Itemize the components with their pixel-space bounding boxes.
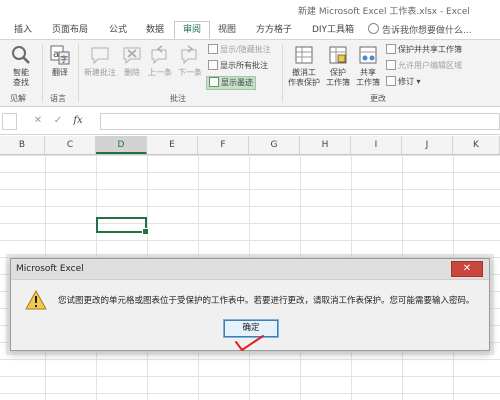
show-hide-comment-label: 显示/隐藏批注: [220, 45, 271, 54]
unprotect-sheet-label: 撤消工 作表保护: [288, 68, 320, 87]
column-header-selected[interactable]: D: [96, 136, 147, 154]
dialog-title: Microsoft Excel: [16, 264, 84, 274]
next-comment-button[interactable]: 下一条: [176, 44, 204, 78]
formula-bar: ✕ ✓ fx: [0, 107, 500, 135]
group-label-changes: 更改: [370, 94, 386, 103]
column-header[interactable]: H: [300, 136, 351, 154]
comments-icon: [208, 60, 218, 70]
track-changes-label: 修订: [398, 77, 414, 86]
next-label: 下一条: [178, 68, 202, 77]
smart-lookup-button[interactable]: 智能查找: [6, 44, 36, 88]
lightbulb-icon: [368, 23, 379, 34]
ink-icon: [209, 77, 219, 87]
tab-data[interactable]: 数据: [140, 22, 170, 38]
cancel-icon[interactable]: ✕: [28, 115, 48, 126]
previous-comment-icon: [151, 45, 167, 65]
column-header[interactable]: I: [351, 136, 402, 154]
share-workbook-label: 共享 工作簿: [356, 68, 380, 87]
unprotect-sheet-icon: [295, 46, 313, 64]
ribbon-tab-bar: 插入 页面布局 公式 数据 审阅 视图 方方格子 DIY工具箱 告诉我你想要做什…: [0, 19, 500, 40]
tab-view[interactable]: 视图: [212, 22, 242, 38]
next-comment-icon: [181, 45, 197, 65]
column-header[interactable]: C: [45, 136, 96, 154]
dialog-title-bar[interactable]: Microsoft Excel ✕: [11, 259, 489, 280]
chevron-down-icon: ▾: [414, 77, 421, 86]
new-comment-button[interactable]: 新建批注: [82, 44, 118, 78]
protect-workbook-label: 保护 工作簿: [326, 68, 350, 87]
warning-icon: [25, 290, 47, 310]
insert-function-icon[interactable]: fx: [68, 115, 88, 126]
previous-label: 上一条: [148, 68, 172, 77]
checkmark-annotation-icon: [235, 335, 264, 351]
column-header[interactable]: E: [147, 136, 198, 154]
show-ink-label: 显示墨迹: [221, 78, 253, 87]
protect-share-icon: [386, 44, 396, 54]
group-separator: [78, 44, 79, 102]
svg-text:a: a: [53, 49, 59, 60]
ribbon-review: 智能查找 见解 a 字 翻译 语言 新建批注 删除 上一条 下一条 显示/隐藏批…: [0, 40, 500, 107]
tab-page-layout[interactable]: 页面布局: [46, 22, 94, 38]
share-workbook-button[interactable]: 共享 工作簿: [354, 44, 382, 88]
svg-text:字: 字: [60, 54, 68, 64]
protect-and-share-button[interactable]: 保护并共享工作簿: [386, 44, 462, 56]
delete-label: 删除: [124, 68, 140, 77]
column-header[interactable]: B: [0, 136, 45, 154]
unprotect-sheet-button[interactable]: 撤消工 作表保护: [286, 44, 322, 88]
allow-edit-ranges-button[interactable]: 允许用户编辑区域: [386, 60, 462, 72]
show-all-comments-button[interactable]: 显示所有批注: [208, 60, 268, 72]
protect-workbook-button[interactable]: 保护 工作簿: [324, 44, 352, 88]
group-label-insights: 见解: [10, 94, 26, 103]
smart-lookup-label: 智能查找: [13, 68, 29, 87]
track-changes-icon: [386, 76, 396, 86]
delete-comment-icon: [123, 47, 141, 65]
formula-buttons: ✕ ✓ fx: [28, 115, 88, 126]
new-comment-icon: [91, 47, 109, 65]
magnifier-icon: [12, 46, 30, 64]
tab-diy-toolbox[interactable]: DIY工具箱: [306, 22, 360, 38]
show-all-comments-label: 显示所有批注: [220, 61, 268, 70]
translate-label: 翻译: [52, 68, 68, 77]
column-header[interactable]: J: [402, 136, 453, 154]
translate-icon: a 字: [50, 45, 70, 65]
show-ink-button[interactable]: 显示墨迹: [206, 76, 256, 90]
allow-edit-ranges-label: 允许用户编辑区域: [398, 61, 462, 70]
selected-cell[interactable]: [96, 217, 149, 235]
column-header[interactable]: F: [198, 136, 249, 154]
tab-formulas[interactable]: 公式: [100, 22, 136, 38]
close-button[interactable]: ✕: [451, 261, 483, 277]
show-hide-comment-button[interactable]: 显示/隐藏批注: [208, 44, 271, 56]
previous-comment-button[interactable]: 上一条: [146, 44, 174, 78]
comment-toggle-icon: [208, 44, 218, 54]
group-separator: [42, 44, 43, 102]
delete-comment-button[interactable]: 删除: [120, 44, 144, 78]
column-header-bar: B C D E F G H I J K: [0, 136, 500, 155]
protect-and-share-label: 保护并共享工作簿: [398, 45, 462, 54]
translate-button[interactable]: a 字 翻译: [46, 44, 74, 78]
title-bar: 新建 Microsoft Excel 工作表.xlsx - Excel: [0, 0, 500, 19]
group-label-language: 语言: [50, 94, 66, 103]
formula-input[interactable]: [100, 113, 500, 130]
tab-review[interactable]: 审阅: [174, 21, 210, 39]
track-changes-button[interactable]: 修订 ▾: [386, 76, 421, 88]
column-header[interactable]: K: [453, 136, 500, 154]
share-workbook-icon: [359, 46, 377, 64]
enter-icon[interactable]: ✓: [48, 115, 68, 126]
group-label-comments: 批注: [170, 94, 186, 103]
name-box[interactable]: [2, 113, 17, 130]
tell-me-label: 告诉我你想要做什么...: [382, 26, 472, 36]
column-header[interactable]: G: [249, 136, 300, 154]
edit-ranges-icon: [386, 60, 396, 70]
tab-fangfang[interactable]: 方方格子: [250, 22, 298, 38]
window-title: 新建 Microsoft Excel 工作表.xlsx - Excel: [298, 7, 470, 17]
protect-workbook-icon: [329, 46, 347, 64]
dialog-message: 您试图更改的单元格或图表位于受保护的工作表中。若要进行更改，请取消工作表保护。您…: [58, 296, 475, 306]
tab-insert[interactable]: 插入: [8, 22, 38, 38]
group-separator: [282, 44, 283, 102]
tell-me-box[interactable]: 告诉我你想要做什么...: [368, 23, 472, 36]
new-comment-label: 新建批注: [84, 68, 116, 77]
